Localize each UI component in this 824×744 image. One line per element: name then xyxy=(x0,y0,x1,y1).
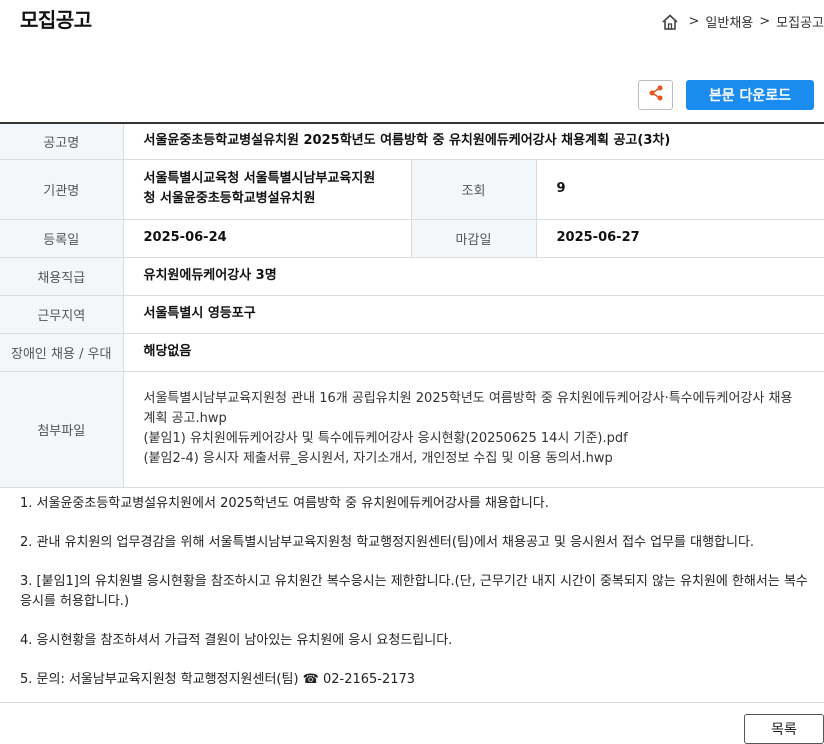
title-label: 공고명 xyxy=(0,123,124,160)
attachment-link[interactable]: 서울특별시남부교육지원청 관내 16개 공립유치원 2025학년도 여름방학 중… xyxy=(144,389,805,409)
share-icon xyxy=(647,84,665,106)
body-paragraph: 5. 문의: 서울남부교육지원청 학교행정지원센터(팀) ☎ 02-2165-2… xyxy=(20,672,416,687)
attachment-link[interactable]: (붙임1) 유치원에듀케어강사 및 특수에듀케어강사 응시현황(20250625… xyxy=(144,429,805,449)
position-label: 채용직급 xyxy=(0,257,124,296)
page-title: 모집공고 xyxy=(20,8,92,32)
reg-date-label: 등록일 xyxy=(0,219,124,258)
breadcrumb: > 일반채용 > 모집공고 xyxy=(661,12,824,31)
reg-date-value: 2025-06-24 xyxy=(123,219,411,258)
list-button[interactable]: 목록 xyxy=(744,714,824,744)
table-row: 장애인 채용 / 우대 해당없음 xyxy=(0,333,824,372)
notice-body: 1. 서울윤중초등학교병설유치원에서 2025학년도 여름방학 중 유치원에듀케… xyxy=(20,494,810,709)
org-value-line: 청 서울윤중초등학교병설유치원 xyxy=(143,191,316,206)
table-row: 첨부파일 서울특별시남부교육지원청 관내 16개 공립유치원 2025학년도 여… xyxy=(0,371,824,488)
org-label: 기관명 xyxy=(0,159,124,220)
views-value: 9 xyxy=(536,159,824,220)
body-paragraph: 1. 서울윤중초등학교병설유치원에서 2025학년도 여름방학 중 유치원에듀케… xyxy=(20,496,549,511)
disability-label: 장애인 채용 / 우대 xyxy=(0,333,124,372)
divider xyxy=(0,702,824,703)
org-value: 서울특별시교육청 서울특별시남부교육지원 청 서울윤중초등학교병설유치원 xyxy=(123,159,411,220)
body-paragraph: 3. [붙임1]의 유치원별 응시현황을 참조하시고 유치원간 복수응시는 제한… xyxy=(20,574,808,609)
breadcrumb-item-notice[interactable]: 모집공고 xyxy=(776,12,824,31)
deadline-value: 2025-06-27 xyxy=(536,219,824,258)
org-value-line: 서울특별시교육청 서울특별시남부교육지원 xyxy=(143,171,376,186)
attachment-link[interactable]: (붙임2-4) 응시자 제출서류_응시원서, 자기소개서, 개인정보 수집 및 … xyxy=(144,449,805,469)
position-value: 유치원에듀케어강사 3명 xyxy=(123,257,824,296)
share-button[interactable] xyxy=(638,80,673,110)
table-row: 채용직급 유치원에듀케어강사 3명 xyxy=(0,257,824,296)
deadline-label: 마감일 xyxy=(410,219,537,258)
disability-value: 해당없음 xyxy=(123,333,824,372)
attachments-list: 서울특별시남부교육지원청 관내 16개 공립유치원 2025학년도 여름방학 중… xyxy=(123,371,824,488)
breadcrumb-item-general[interactable]: 일반채용 xyxy=(705,12,753,31)
breadcrumb-separator: > xyxy=(759,14,771,29)
body-paragraph: 2. 관내 유치원의 업무경감을 위해 서울특별시남부교육지원청 학교행정지원센… xyxy=(20,535,755,550)
notice-info-table: 공고명 서울윤중초등학교병설유치원 2025학년도 여름방학 중 유치원에듀케어… xyxy=(0,122,824,488)
table-row: 공고명 서울윤중초등학교병설유치원 2025학년도 여름방학 중 유치원에듀케어… xyxy=(0,123,824,160)
home-icon[interactable] xyxy=(661,13,679,31)
download-button[interactable]: 본문 다운로드 xyxy=(686,80,814,110)
title-value: 서울윤중초등학교병설유치원 2025학년도 여름방학 중 유치원에듀케어강사 채… xyxy=(123,123,824,160)
attachments-label: 첨부파일 xyxy=(0,371,124,488)
region-label: 근무지역 xyxy=(0,295,124,334)
table-row: 근무지역 서울특별시 영등포구 xyxy=(0,295,824,334)
attachment-link[interactable]: 계획 공고.hwp xyxy=(144,409,805,429)
table-row: 등록일 2025-06-24 마감일 2025-06-27 xyxy=(0,219,824,258)
table-row: 기관명 서울특별시교육청 서울특별시남부교육지원 청 서울윤중초등학교병설유치원… xyxy=(0,159,824,220)
body-paragraph: 4. 응시현황을 참조하셔서 가급적 결원이 남아있는 유치원에 응시 요청드립… xyxy=(20,633,453,648)
breadcrumb-separator: > xyxy=(688,14,700,29)
region-value: 서울특별시 영등포구 xyxy=(123,295,824,334)
views-label: 조회 xyxy=(410,159,537,220)
